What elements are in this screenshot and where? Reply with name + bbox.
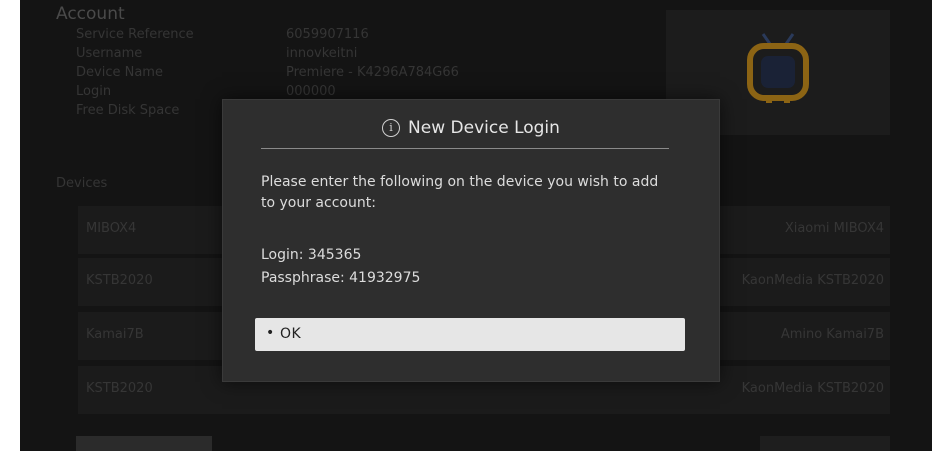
passphrase-code: Passphrase: 41932975: [261, 270, 421, 286]
account-heading: Account: [56, 4, 125, 24]
account-value-device-name: Premiere - K4296A784G66: [286, 65, 459, 80]
bottom-left-button[interactable]: [76, 436, 212, 451]
device-model: KaonMedia KSTB2020: [741, 273, 884, 288]
account-label-username: Username: [76, 46, 143, 61]
devices-heading: Devices: [56, 176, 108, 191]
ok-button-label: OK: [280, 326, 302, 342]
device-name: Kamai7B: [86, 327, 144, 342]
device-name: KSTB2020: [86, 381, 153, 396]
device-model: Amino Kamai7B: [780, 327, 884, 342]
dialog-divider: [261, 148, 669, 149]
info-icon: i: [382, 119, 401, 137]
device-name: MIBOX4: [86, 221, 137, 236]
account-label-service-reference: Service Reference: [76, 27, 194, 42]
ok-button[interactable]: • OK: [255, 318, 685, 351]
bottom-right-button[interactable]: [760, 436, 890, 451]
dialog-title: i New Device Login: [223, 118, 719, 138]
account-value-login: 000000: [286, 84, 336, 99]
login-code: Login: 345365: [261, 247, 362, 263]
account-label-free-disk-space: Free Disk Space: [76, 103, 180, 118]
device-name: KSTB2020: [86, 273, 153, 288]
account-value-service-reference: 6059907116: [286, 27, 369, 42]
account-value-username: innovkeitni: [286, 46, 358, 61]
new-device-login-dialog: i New Device Login Please enter the follo…: [222, 99, 720, 382]
dialog-title-text: New Device Login: [408, 118, 560, 138]
device-model: KaonMedia KSTB2020: [741, 381, 884, 396]
device-model: Xiaomi MIBOX4: [784, 221, 884, 236]
account-label-device-name: Device Name: [76, 65, 163, 80]
account-label-login: Login: [76, 84, 112, 99]
dialog-message: Please enter the following on the device…: [261, 174, 659, 211]
focus-bullet-icon: •: [266, 325, 275, 341]
